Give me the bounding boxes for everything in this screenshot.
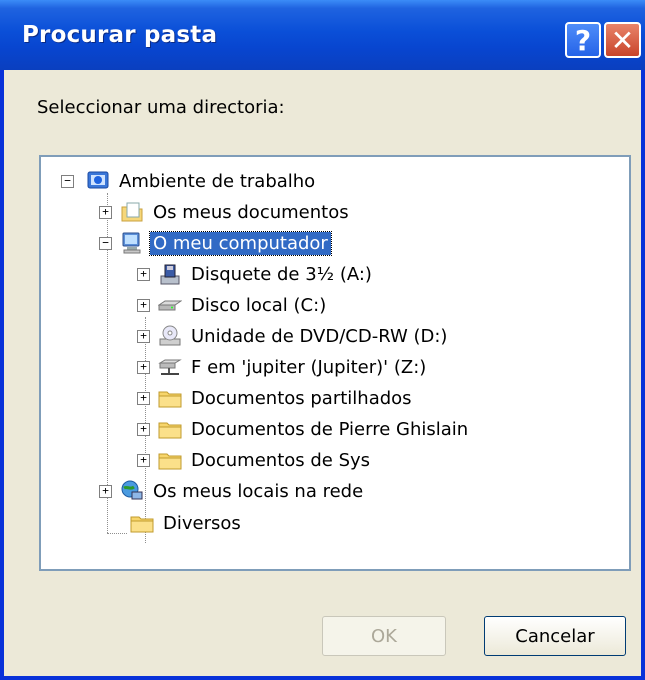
- help-icon: ?: [574, 23, 592, 57]
- expand-toggle[interactable]: +: [137, 329, 150, 343]
- floppy-icon: [158, 262, 182, 286]
- tree-item-network-places[interactable]: + Os meus locais na rede: [99, 477, 366, 505]
- documents-icon: [120, 200, 144, 224]
- close-button[interactable]: ✕: [604, 22, 641, 58]
- computer-icon: [120, 231, 144, 255]
- tree-item-network-drive[interactable]: + F em 'jupiter (Jupiter)' (Z:): [137, 353, 429, 381]
- dialog-body: Seleccionar uma directoria: − Ambiente d…: [4, 70, 641, 676]
- hard-drive-icon: [157, 293, 183, 317]
- tree-item-diversos[interactable]: Diversos: [130, 509, 244, 537]
- tree-item-sys-documents[interactable]: + Documentos de Sys: [137, 446, 373, 474]
- ok-button[interactable]: OK: [322, 616, 446, 656]
- dvd-drive-icon: [158, 324, 182, 348]
- expand-toggle[interactable]: +: [99, 484, 112, 498]
- close-icon: ✕: [610, 23, 635, 57]
- folder-icon: [158, 417, 182, 441]
- expand-toggle[interactable]: +: [137, 422, 150, 436]
- window-title: Procurar pasta: [22, 22, 218, 48]
- tree-item-my-computer[interactable]: − O meu computador: [99, 229, 332, 257]
- tree-item-floppy[interactable]: + Disquete de 3½ (A:): [137, 260, 375, 288]
- help-button[interactable]: ?: [565, 22, 601, 58]
- network-drive-icon: [158, 355, 182, 379]
- expand-toggle[interactable]: +: [137, 298, 150, 312]
- tree-item-shared-documents[interactable]: + Documentos partilhados: [137, 384, 415, 412]
- network-places-icon: [120, 479, 144, 503]
- desktop-icon: [86, 169, 110, 193]
- collapse-toggle[interactable]: −: [61, 174, 74, 188]
- expand-toggle[interactable]: +: [137, 453, 150, 467]
- collapse-toggle[interactable]: −: [99, 236, 112, 250]
- folder-icon: [158, 386, 182, 410]
- tree-item-local-disk[interactable]: + Disco local (C:): [137, 291, 329, 319]
- folder-icon: [130, 511, 154, 535]
- tree-item-my-documents[interactable]: + Os meus documentos: [99, 198, 352, 226]
- folder-icon: [158, 448, 182, 472]
- tree-item-desktop[interactable]: − Ambiente de trabalho: [61, 167, 318, 195]
- prompt-label: Seleccionar uma directoria:: [37, 97, 285, 118]
- tree-line: [107, 533, 127, 534]
- title-bar[interactable]: Procurar pasta ? ✕: [0, 0, 645, 70]
- tree-item-dvd-drive[interactable]: + Unidade de DVD/CD-RW (D:): [137, 322, 450, 350]
- expand-toggle[interactable]: +: [137, 391, 150, 405]
- folder-tree[interactable]: − Ambiente de trabalho + Os meus documen…: [39, 155, 631, 571]
- tree-item-pierre-documents[interactable]: + Documentos de Pierre Ghislain: [137, 415, 471, 443]
- browse-folder-dialog: Procurar pasta ? ✕ Seleccionar uma direc…: [0, 0, 645, 680]
- expand-toggle[interactable]: +: [137, 267, 150, 281]
- expand-toggle[interactable]: +: [99, 205, 112, 219]
- expand-toggle[interactable]: +: [137, 360, 150, 374]
- cancel-button[interactable]: Cancelar: [484, 616, 626, 656]
